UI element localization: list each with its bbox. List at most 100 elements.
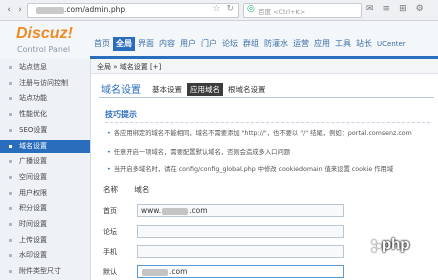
bullet-icon (9, 128, 12, 132)
discuz-logo: Discuz! (16, 25, 73, 42)
tips-title: 技巧提示 (105, 110, 137, 119)
sidebar: 站点信息注册与访问控制 站点功能性能优化 SEO设置域名设置广播设置空间设置用户权限… (0, 59, 91, 280)
nav-item-3[interactable]: 内容 (157, 37, 177, 51)
sidebar-item[interactable]: 上传设置 (0, 234, 90, 247)
sidebar-item[interactable]: 域名设置 (0, 139, 90, 153)
domain-input[interactable] (137, 245, 344, 258)
sidebar-item[interactable]: 站点信息 (0, 61, 90, 74)
domain-input[interactable]: www. .com (137, 204, 344, 217)
sidebar-item[interactable]: 时间设置 (0, 218, 90, 231)
nav-item-1[interactable]: 全局 (113, 37, 135, 51)
bookmark-star-icon[interactable]: ☆ (212, 4, 220, 14)
search-engine-icon: ◎ (247, 4, 255, 14)
breadcrumb-bar: 全局 » 域名设置 [+] (91, 59, 438, 74)
sidebar-item-label: 站点信息 (19, 63, 47, 71)
bullet-icon (9, 81, 12, 85)
nav-item-9[interactable]: 运营 (291, 37, 311, 51)
tools-icon[interactable]: ⚙ (416, 4, 424, 14)
nav-item-13[interactable]: UCenter (375, 37, 408, 51)
search-placeholder: 百度 <Ctrl+K> (258, 8, 306, 16)
nav-item-8[interactable]: 防灌水 (262, 37, 290, 51)
domain-suffix: .com (189, 206, 208, 215)
nav-item-5[interactable]: 门户 (199, 37, 219, 51)
sidebar-item-label: 注册与访问控制 (19, 78, 68, 87)
title-divider (99, 97, 434, 98)
tab-1[interactable]: 应用域名 (187, 83, 223, 96)
domain-value: .com (141, 267, 187, 276)
sidebar-item[interactable]: 广播设置 (0, 155, 90, 168)
sidebar-item-label: SEO设置 (19, 125, 48, 134)
grid-icon[interactable]: ⊞ (399, 4, 407, 14)
bullet-icon (9, 254, 12, 258)
bullet-icon (9, 175, 12, 179)
top-navigation: 首页 全局 界面 内容 用户 门户 论坛 群组 防灌水 运营 应用 工具 站长 UCenter (92, 37, 409, 51)
watermark-text: php (382, 236, 410, 253)
tips-divider (105, 122, 430, 124)
sidebar-item-label: 站点功能 (19, 94, 47, 103)
sidebar-item[interactable]: 水印设置 (0, 249, 90, 262)
domain-input[interactable] (137, 225, 344, 238)
tip-item: 任意开启一项域名，需要配置默认域名，否则会造成多入口问题 (107, 147, 290, 156)
nav-item-0[interactable]: 首页 (92, 37, 112, 51)
forward-icon[interactable]: › (14, 4, 26, 16)
sidebar-item[interactable]: SEO设置 (0, 124, 90, 137)
breadcrumb[interactable]: 全局 » 域名设置 [+] (97, 62, 161, 72)
menu-icon[interactable]: ≡ (383, 4, 391, 14)
sidebar-item[interactable]: 用户权限 (0, 187, 90, 200)
bullet-icon (9, 191, 12, 195)
column-domain: 域名 (134, 185, 150, 194)
watermark-dots-icon (372, 238, 382, 252)
nav-item-12[interactable]: 站长 (354, 37, 374, 51)
sidebar-item[interactable]: 积分设置 (0, 202, 90, 215)
bullet-icon (9, 223, 12, 226)
bullet-icon (9, 144, 12, 148)
table-header: 名称 域名 (103, 184, 149, 195)
url-text: .com/admin.php (64, 5, 126, 14)
sidebar-item[interactable]: 注册与访问控制 (0, 77, 90, 90)
nav-item-11[interactable]: 工具 (333, 37, 353, 51)
refresh-icon[interactable]: ↻ (226, 4, 234, 14)
bullet-icon (9, 207, 12, 211)
bullet-icon (9, 97, 12, 101)
domain-input[interactable]: .com (137, 265, 344, 278)
bullet-icon (9, 238, 12, 242)
row-label: 手机 (103, 248, 117, 256)
sidebar-item[interactable]: 站点功能 (0, 92, 90, 105)
admin-header: Discuz! Control Panel 首页 全局 界面 内容 用户 门户 论坛 群组 防灌… (0, 21, 438, 59)
sidebar-item-label: 积分设置 (19, 204, 47, 213)
nav-item-2[interactable]: 界面 (136, 37, 156, 51)
tab-0[interactable]: 基本设置 (149, 83, 185, 96)
nav-item-10[interactable]: 应用 (312, 37, 332, 51)
sidebar-item[interactable]: 附件类型尺寸 (0, 265, 90, 278)
domain-suffix: .com (169, 267, 188, 276)
sidebar-item-label: 空间设置 (19, 172, 47, 181)
bullet-icon (9, 270, 12, 274)
bullet-icon (9, 113, 12, 117)
nav-item-4[interactable]: 用户 (178, 37, 198, 51)
column-name: 名称 (103, 185, 118, 194)
mail-icon[interactable]: ✉ (366, 4, 374, 14)
logo-subtitle: Control Panel (17, 45, 71, 54)
sidebar-item-label: 性能优化 (19, 110, 47, 119)
bullet-icon (9, 66, 12, 69)
address-bar[interactable]: .com/admin.php ☆ ↻ (27, 3, 239, 18)
nav-item-6[interactable]: 论坛 (220, 37, 240, 51)
php-watermark: php (372, 236, 432, 258)
tab-2[interactable]: 根域名设置 (225, 83, 269, 96)
sidebar-item-label: 附件类型尺寸 (19, 267, 61, 276)
sidebar-item-label: 广播设置 (19, 157, 47, 166)
sidebar-item-label: 域名设置 (19, 141, 47, 150)
redacted-domain (162, 207, 189, 215)
sidebar-item[interactable]: 空间设置 (0, 171, 90, 184)
tips-box: 技巧提示 各应用绑定的域名不能相同，域名不需要添加 "http://"，也不要以… (99, 105, 434, 191)
redacted-domain (142, 268, 168, 276)
page-title: 域名设置 (101, 85, 141, 96)
browser-toolbar: ‹ › .com/admin.php ☆ ↻ ◎ 百度 <Ctrl+K> ✉ ≡ ⊞ ⚙ (0, 0, 438, 21)
search-input[interactable]: ◎ 百度 <Ctrl+K> (243, 3, 362, 18)
sidebar-item-label: 上传设置 (19, 235, 47, 244)
redacted-domain (36, 7, 64, 14)
row-label: 论坛 (103, 228, 117, 236)
tip-item: 当开启多域名时，请在 config/config_global.php 中修改 … (107, 164, 393, 173)
sidebar-item[interactable]: 性能优化 (0, 108, 90, 121)
nav-item-7[interactable]: 群组 (241, 37, 261, 51)
